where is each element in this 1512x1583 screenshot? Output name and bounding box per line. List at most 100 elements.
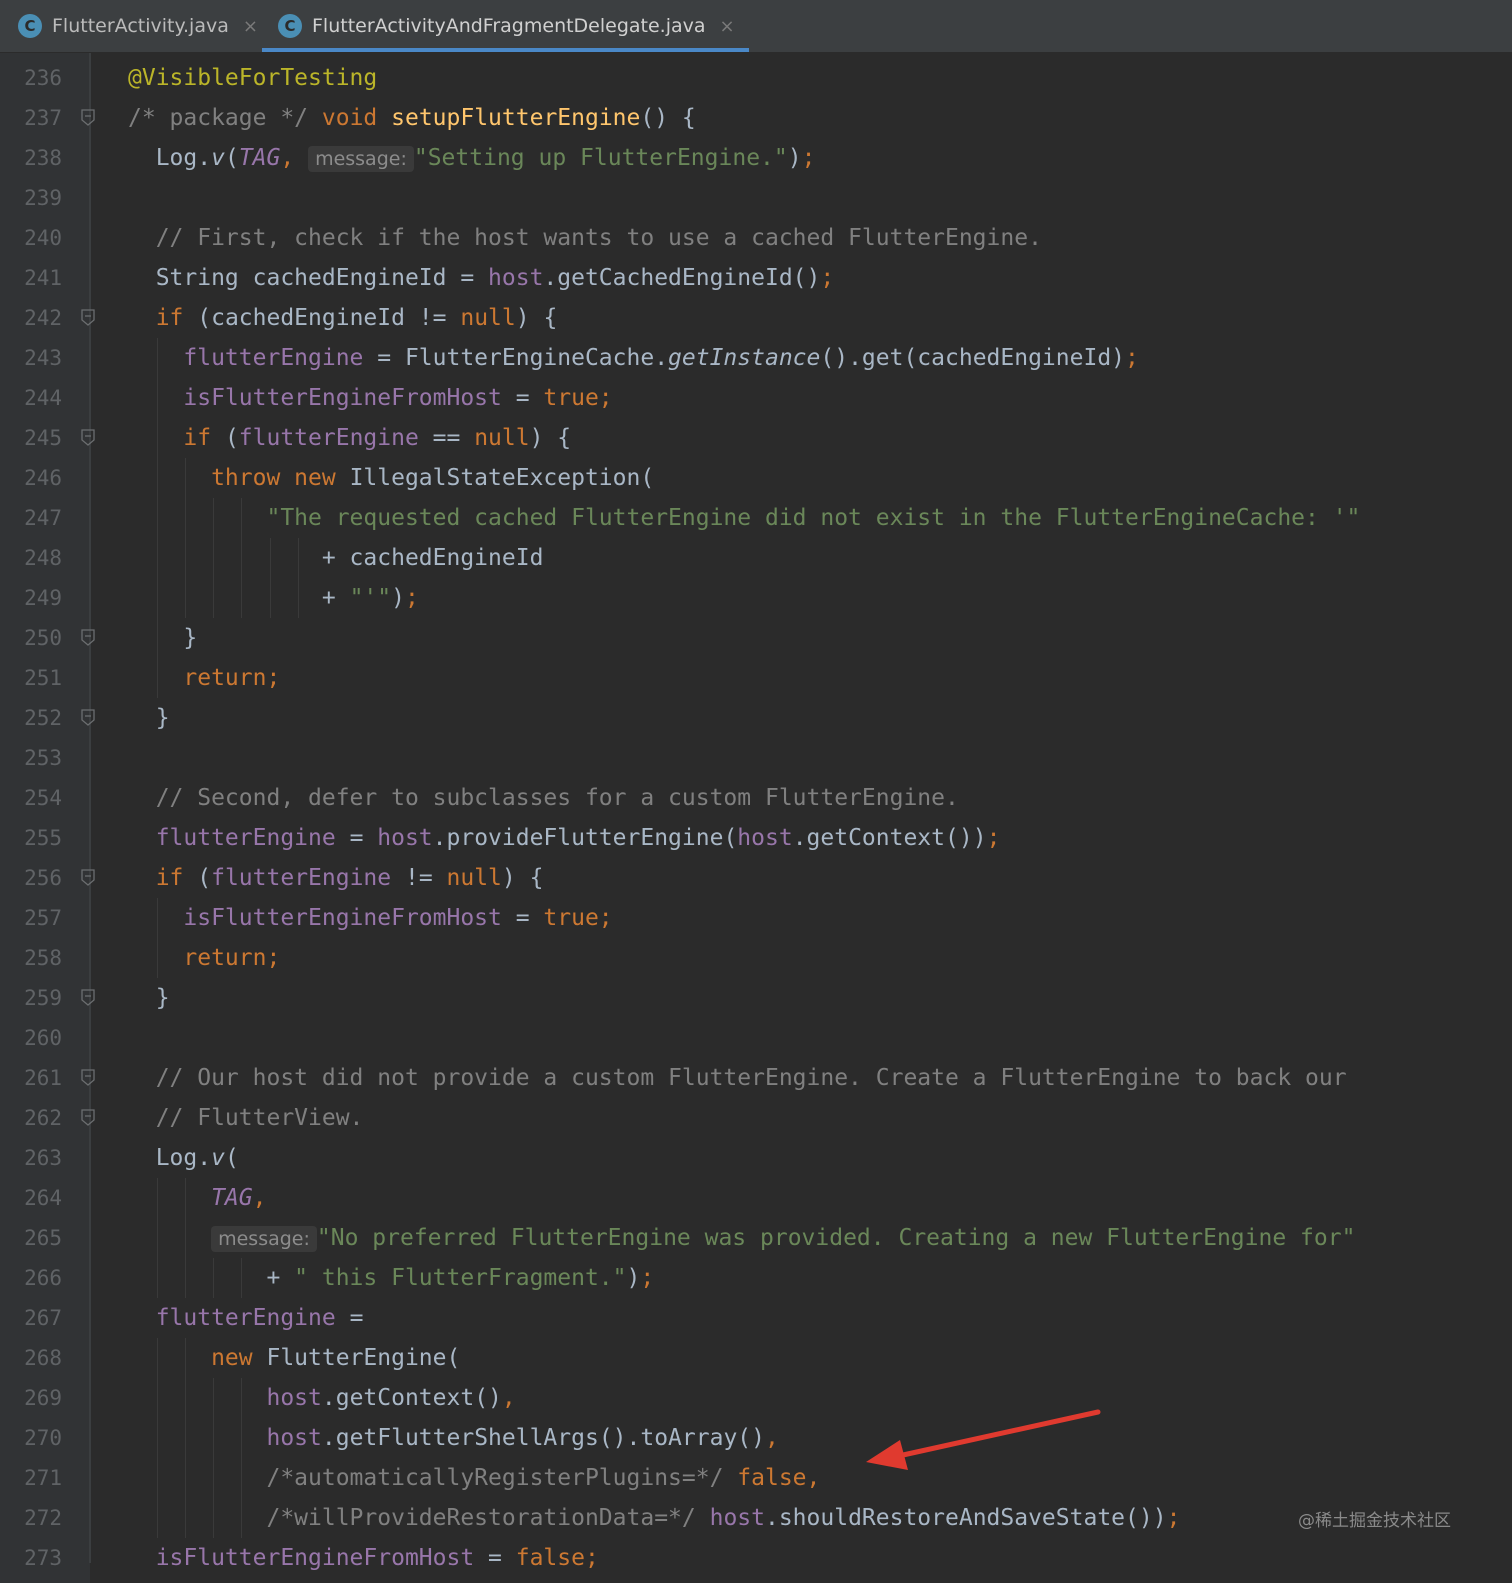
line-number[interactable]: 237: [0, 98, 62, 138]
code-text[interactable]: /*willProvideRestorationData=*/ host.sho…: [128, 1498, 1180, 1538]
code-text[interactable]: // Our host did not provide a custom Flu…: [128, 1058, 1347, 1098]
code-text[interactable]: }: [128, 618, 197, 658]
code-line[interactable]: 259 }: [0, 978, 1512, 1018]
code-line[interactable]: 273 isFlutterEngineFromHost = false;: [0, 1538, 1512, 1578]
code-line[interactable]: 237 /* package */ void setupFlutterEngine…: [0, 98, 1512, 138]
code-text[interactable]: // First, check if the host wants to use…: [128, 218, 1042, 258]
code-text[interactable]: if (flutterEngine == null) {: [128, 418, 571, 458]
code-line[interactable]: 239: [0, 178, 1512, 218]
code-text[interactable]: isFlutterEngineFromHost = true;: [128, 378, 612, 418]
code-line[interactable]: 262 // FlutterView.: [0, 1098, 1512, 1138]
code-line[interactable]: 253: [0, 738, 1512, 778]
line-number[interactable]: 251: [0, 658, 62, 698]
line-number[interactable]: 270: [0, 1418, 62, 1458]
code-line[interactable]: 264 TAG,: [0, 1178, 1512, 1218]
code-text[interactable]: flutterEngine = FlutterEngineCache.getIn…: [128, 338, 1139, 378]
code-text[interactable]: + "'");: [128, 578, 419, 618]
code-text[interactable]: isFlutterEngineFromHost = true;: [128, 898, 612, 938]
code-line[interactable]: 246 throw new IllegalStateException(: [0, 458, 1512, 498]
line-number[interactable]: 268: [0, 1338, 62, 1378]
code-text[interactable]: String cachedEngineId = host.getCachedEn…: [128, 258, 835, 298]
fold-marker-icon[interactable]: [81, 429, 95, 446]
code-line[interactable]: 247 "The requested cached FlutterEngine …: [0, 498, 1512, 538]
code-line[interactable]: 252 }: [0, 698, 1512, 738]
code-line[interactable]: 238 Log.v(TAG, message: "Setting up Flutt…: [0, 138, 1512, 178]
line-number[interactable]: 261: [0, 1058, 62, 1098]
code-text[interactable]: /* package */ void setupFlutterEngine() …: [128, 98, 696, 138]
code-text[interactable]: }: [128, 978, 170, 1018]
code-line[interactable]: 244 isFlutterEngineFromHost = true;: [0, 378, 1512, 418]
line-number[interactable]: 241: [0, 258, 62, 298]
code-line[interactable]: 260: [0, 1018, 1512, 1058]
line-number[interactable]: 246: [0, 458, 62, 498]
code-text[interactable]: return;: [128, 658, 280, 698]
code-line[interactable]: 256 if (flutterEngine != null) {: [0, 858, 1512, 898]
code-line[interactable]: 263 Log.v(: [0, 1138, 1512, 1178]
line-number[interactable]: 236: [0, 58, 62, 98]
line-number[interactable]: 252: [0, 698, 62, 738]
code-line[interactable]: 251 return;: [0, 658, 1512, 698]
fold-marker-icon[interactable]: [81, 989, 95, 1006]
code-line[interactable]: 257 isFlutterEngineFromHost = true;: [0, 898, 1512, 938]
code-line[interactable]: 241 String cachedEngineId = host.getCach…: [0, 258, 1512, 298]
code-text[interactable]: // FlutterView.: [128, 1098, 364, 1138]
code-line[interactable]: 255 flutterEngine = host.provideFlutterE…: [0, 818, 1512, 858]
code-line[interactable]: 248 + cachedEngineId: [0, 538, 1512, 578]
code-line[interactable]: 258 return;: [0, 938, 1512, 978]
fold-marker-icon[interactable]: [81, 709, 95, 726]
line-number[interactable]: 248: [0, 538, 62, 578]
line-number[interactable]: 242: [0, 298, 62, 338]
fold-marker-icon[interactable]: [81, 869, 95, 886]
code-line[interactable]: 254 // Second, defer to subclasses for a…: [0, 778, 1512, 818]
code-text[interactable]: new FlutterEngine(: [128, 1338, 460, 1378]
line-number[interactable]: 253: [0, 738, 62, 778]
code-line[interactable]: 266 + " this FlutterFragment.");: [0, 1258, 1512, 1298]
code-line[interactable]: 245 if (flutterEngine == null) {: [0, 418, 1512, 458]
line-number[interactable]: 258: [0, 938, 62, 978]
code-line[interactable]: 267 flutterEngine =: [0, 1298, 1512, 1338]
line-number[interactable]: 271: [0, 1458, 62, 1498]
line-number[interactable]: 266: [0, 1258, 62, 1298]
code-line[interactable]: 261 // Our host did not provide a custom…: [0, 1058, 1512, 1098]
code-line[interactable]: 242 if (cachedEngineId != null) {: [0, 298, 1512, 338]
code-text[interactable]: host.getContext(),: [128, 1378, 515, 1418]
line-number[interactable]: 247: [0, 498, 62, 538]
code-line[interactable]: 243 flutterEngine = FlutterEngineCache.g…: [0, 338, 1512, 378]
tab-flutter-activity[interactable]: C FlutterActivity.java ×: [18, 0, 258, 52]
code-text[interactable]: isFlutterEngineFromHost = false;: [128, 1538, 599, 1578]
code-text[interactable]: // Second, defer to subclasses for a cus…: [128, 778, 959, 818]
code-text[interactable]: flutterEngine = host.provideFlutterEngin…: [128, 818, 1001, 858]
line-number[interactable]: 262: [0, 1098, 62, 1138]
code-text[interactable]: + " this FlutterFragment.");: [128, 1258, 654, 1298]
line-number[interactable]: 264: [0, 1178, 62, 1218]
line-number[interactable]: 255: [0, 818, 62, 858]
line-number[interactable]: 256: [0, 858, 62, 898]
line-number[interactable]: 239: [0, 178, 62, 218]
line-number[interactable]: 240: [0, 218, 62, 258]
code-line[interactable]: 250 }: [0, 618, 1512, 658]
line-number[interactable]: 272: [0, 1498, 62, 1538]
close-icon[interactable]: ×: [720, 16, 735, 37]
line-number[interactable]: 259: [0, 978, 62, 1018]
line-number[interactable]: 263: [0, 1138, 62, 1178]
code-text[interactable]: /*automaticallyRegisterPlugins=*/ false,: [128, 1458, 820, 1498]
code-line[interactable]: 265 message: "No preferred FlutterEngine …: [0, 1218, 1512, 1258]
code-text[interactable]: TAG,: [128, 1178, 266, 1218]
code-text[interactable]: Log.v(TAG, message: "Setting up FlutterEn…: [128, 138, 815, 179]
tab-flutter-activity-and-fragment-delegate[interactable]: C FlutterActivityAndFragmentDelegate.jav…: [262, 0, 749, 52]
code-line[interactable]: 268 new FlutterEngine(: [0, 1338, 1512, 1378]
line-number[interactable]: 244: [0, 378, 62, 418]
code-text[interactable]: + cachedEngineId: [128, 538, 544, 578]
close-icon[interactable]: ×: [243, 16, 258, 37]
fold-marker-icon[interactable]: [81, 629, 95, 646]
code-text[interactable]: if (cachedEngineId != null) {: [128, 298, 558, 338]
fold-marker-icon[interactable]: [81, 1109, 95, 1126]
code-line[interactable]: 249 + "'");: [0, 578, 1512, 618]
code-line[interactable]: 240 // First, check if the host wants to…: [0, 218, 1512, 258]
code-text[interactable]: "The requested cached FlutterEngine did …: [128, 498, 1360, 538]
line-number[interactable]: 250: [0, 618, 62, 658]
line-number[interactable]: 238: [0, 138, 62, 178]
fold-marker-icon[interactable]: [81, 309, 95, 326]
code-line[interactable]: 271 /*automaticallyRegisterPlugins=*/ fa…: [0, 1458, 1512, 1498]
code-text[interactable]: flutterEngine =: [128, 1298, 364, 1338]
